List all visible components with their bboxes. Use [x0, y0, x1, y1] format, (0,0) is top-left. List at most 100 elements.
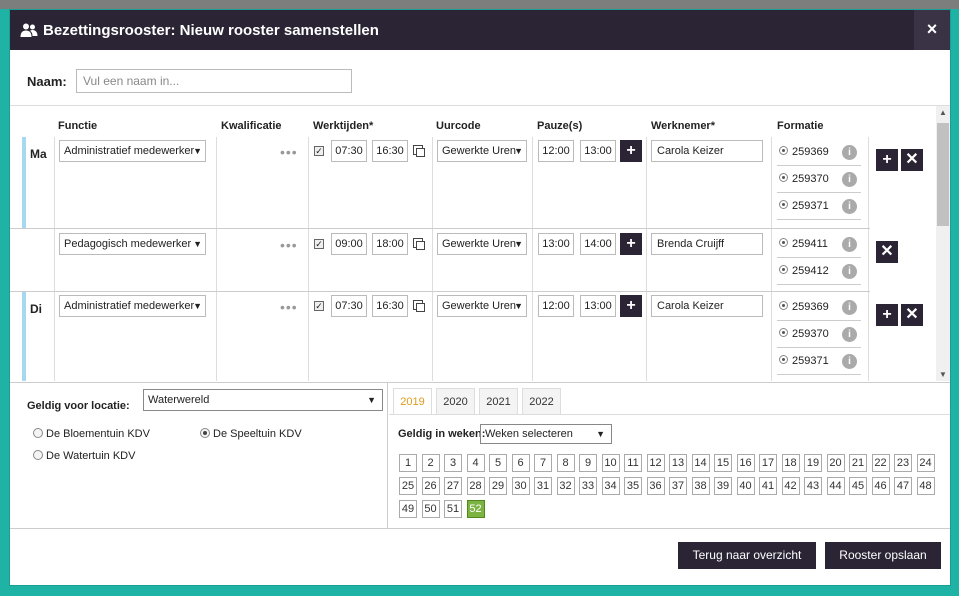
werktijd-checkbox[interactable]: ✓: [314, 239, 324, 249]
end-time-input[interactable]: 16:30: [372, 140, 408, 162]
kwalificatie-menu-icon[interactable]: •••: [280, 299, 298, 315]
week-33-button[interactable]: 33: [579, 477, 597, 495]
week-36-button[interactable]: 36: [646, 477, 665, 495]
week-46-button[interactable]: 46: [871, 477, 890, 495]
week-2-button[interactable]: 2: [421, 454, 440, 472]
week-18-button[interactable]: 18: [781, 454, 800, 472]
radio-button[interactable]: [200, 428, 210, 438]
week-26-button[interactable]: 26: [421, 477, 440, 495]
copy-icon[interactable]: [413, 238, 425, 250]
week-7-button[interactable]: 7: [534, 454, 552, 472]
functie-select[interactable]: Pedagogisch medewerker ▼: [59, 233, 206, 255]
close-button[interactable]: ×: [914, 10, 950, 50]
add-row-button[interactable]: +: [876, 149, 898, 171]
week-44-button[interactable]: 44: [826, 477, 845, 495]
week-15-button[interactable]: 15: [714, 454, 732, 472]
week-41-button[interactable]: 41: [759, 477, 777, 495]
week-5-button[interactable]: 5: [489, 454, 507, 472]
info-icon[interactable]: i: [842, 354, 857, 369]
week-30-button[interactable]: 30: [511, 477, 530, 495]
start-time-input[interactable]: 07:30: [331, 295, 367, 317]
week-49-button[interactable]: 49: [399, 500, 417, 518]
info-icon[interactable]: i: [842, 327, 857, 342]
werktijd-checkbox[interactable]: ✓: [314, 146, 324, 156]
radio-button[interactable]: [33, 428, 43, 438]
week-8-button[interactable]: 8: [556, 454, 575, 472]
week-9-button[interactable]: 9: [579, 454, 597, 472]
scroll-down-icon[interactable]: ▼: [936, 368, 950, 381]
week-21-button[interactable]: 21: [849, 454, 867, 472]
add-pauze-button[interactable]: +: [620, 140, 642, 162]
end-time-input[interactable]: 16:30: [372, 295, 408, 317]
formatie-radio[interactable]: [779, 200, 788, 209]
week-13-button[interactable]: 13: [669, 454, 687, 472]
werknemer-input[interactable]: Carola Keizer: [651, 295, 763, 317]
info-icon[interactable]: i: [842, 199, 857, 214]
add-row-button[interactable]: +: [876, 304, 898, 326]
formatie-radio[interactable]: [779, 173, 788, 182]
pauze-end-input[interactable]: 13:00: [580, 295, 616, 317]
info-icon[interactable]: i: [842, 237, 857, 252]
formatie-radio[interactable]: [779, 301, 788, 310]
uurcode-select[interactable]: Gewerkte Uren ▼: [437, 233, 527, 255]
add-pauze-button[interactable]: +: [620, 295, 642, 317]
pauze-start-input[interactable]: 12:00: [538, 140, 574, 162]
week-11-button[interactable]: 11: [624, 454, 642, 472]
back-button[interactable]: Terug naar overzicht: [678, 542, 816, 569]
grid-scrollbar[interactable]: ▲ ▼: [936, 106, 950, 381]
kwalificatie-menu-icon[interactable]: •••: [280, 144, 298, 160]
week-38-button[interactable]: 38: [691, 477, 710, 495]
uurcode-select[interactable]: Gewerkte Uren ▼: [437, 140, 527, 162]
week-17-button[interactable]: 17: [759, 454, 777, 472]
add-pauze-button[interactable]: +: [620, 233, 642, 255]
delete-row-button[interactable]: ✕: [901, 304, 923, 326]
week-14-button[interactable]: 14: [691, 454, 710, 472]
week-4-button[interactable]: 4: [466, 454, 485, 472]
formatie-radio[interactable]: [779, 328, 788, 337]
week-20-button[interactable]: 20: [826, 454, 845, 472]
pauze-end-input[interactable]: 14:00: [580, 233, 616, 255]
week-42-button[interactable]: 42: [781, 477, 800, 495]
week-27-button[interactable]: 27: [444, 477, 462, 495]
location-option-bloementuin[interactable]: De Bloementuin KDV: [33, 428, 150, 440]
scrollbar-thumb[interactable]: [937, 123, 949, 226]
copy-icon[interactable]: [413, 300, 425, 312]
week-51-button[interactable]: 51: [444, 500, 462, 518]
copy-icon[interactable]: [413, 145, 425, 157]
week-10-button[interactable]: 10: [601, 454, 620, 472]
week-45-button[interactable]: 45: [849, 477, 867, 495]
tab-2022[interactable]: 2022: [522, 388, 561, 414]
week-23-button[interactable]: 23: [894, 454, 912, 472]
pauze-start-input[interactable]: 13:00: [538, 233, 574, 255]
week-3-button[interactable]: 3: [444, 454, 462, 472]
week-29-button[interactable]: 29: [489, 477, 507, 495]
week-50-button[interactable]: 50: [421, 500, 440, 518]
week-48-button[interactable]: 48: [916, 477, 935, 495]
week-12-button[interactable]: 12: [646, 454, 665, 472]
week-19-button[interactable]: 19: [804, 454, 822, 472]
uurcode-select[interactable]: Gewerkte Uren ▼: [437, 295, 527, 317]
week-52-button[interactable]: 52: [466, 500, 485, 518]
formatie-radio[interactable]: [779, 265, 788, 274]
start-time-input[interactable]: 07:30: [331, 140, 367, 162]
delete-row-button[interactable]: ✕: [876, 241, 898, 263]
week-43-button[interactable]: 43: [804, 477, 822, 495]
delete-row-button[interactable]: ✕: [901, 149, 923, 171]
save-button[interactable]: Rooster opslaan: [825, 542, 941, 569]
tab-2019[interactable]: 2019: [393, 388, 432, 415]
info-icon[interactable]: i: [842, 145, 857, 160]
kwalificatie-menu-icon[interactable]: •••: [280, 237, 298, 253]
start-time-input[interactable]: 09:00: [331, 233, 367, 255]
radio-button[interactable]: [33, 450, 43, 460]
week-37-button[interactable]: 37: [669, 477, 687, 495]
formatie-radio[interactable]: [779, 146, 788, 155]
functie-select[interactable]: Administratief medewerker ▼: [59, 295, 206, 317]
weeks-select[interactable]: Weken selecteren ▼: [480, 424, 612, 444]
name-input[interactable]: [76, 69, 352, 93]
location-select[interactable]: Waterwereld ▼: [143, 389, 383, 411]
werktijd-checkbox[interactable]: ✓: [314, 301, 324, 311]
week-32-button[interactable]: 32: [556, 477, 575, 495]
week-22-button[interactable]: 22: [871, 454, 890, 472]
week-25-button[interactable]: 25: [399, 477, 417, 495]
week-35-button[interactable]: 35: [624, 477, 642, 495]
